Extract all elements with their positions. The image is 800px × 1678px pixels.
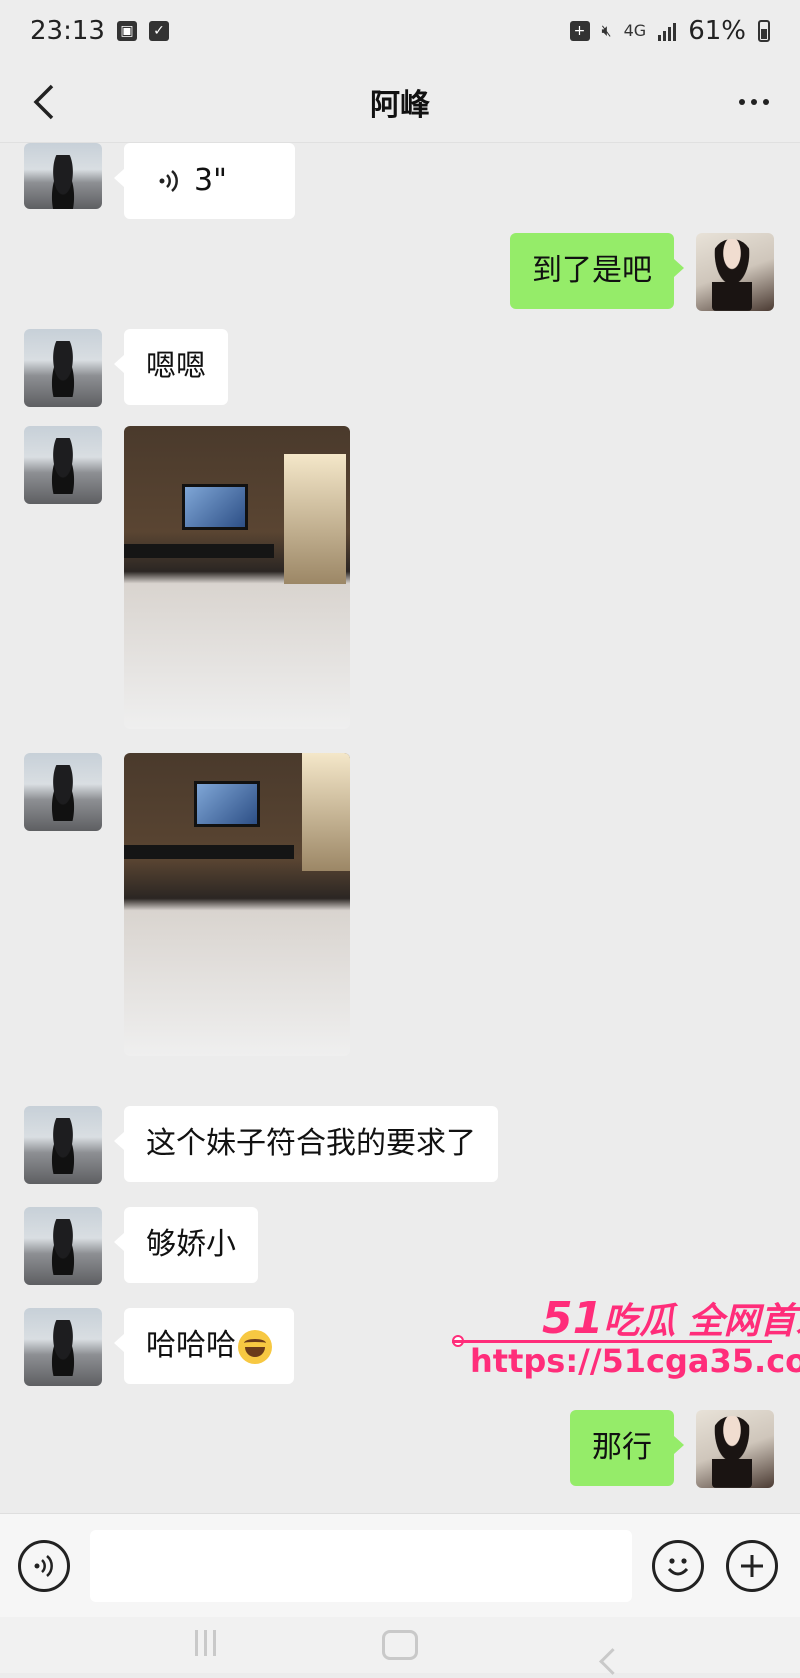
contact-avatar[interactable] <box>24 329 102 407</box>
message-input[interactable] <box>90 1529 632 1602</box>
laughing-tears-emoji-icon <box>238 1329 272 1364</box>
recent-apps-button[interactable] <box>195 1630 231 1660</box>
signal-icon <box>658 21 677 41</box>
chat-title: 阿峰 <box>370 88 430 123</box>
contact-avatar[interactable] <box>24 753 102 831</box>
message-row <box>24 426 350 729</box>
watermark-brand: 51吃瓜 全网首发 <box>542 1292 800 1344</box>
checkbox-icon: ✓ <box>148 21 169 41</box>
smiley-icon <box>667 1557 689 1575</box>
back-button[interactable] <box>24 80 64 124</box>
more-dot-icon <box>763 99 769 105</box>
voice-duration: 3" <box>194 163 227 198</box>
watermark-url: https://51cga35.com <box>470 1342 800 1380</box>
message-row: 哈哈哈 <box>24 1308 294 1386</box>
plus-icon <box>741 1554 763 1577</box>
message-row: 嗯嗯 <box>24 329 228 407</box>
contact-avatar[interactable] <box>24 426 102 504</box>
photo-content <box>194 781 260 827</box>
mute-icon: 🔇︎ <box>601 21 612 40</box>
received-message[interactable]: 嗯嗯 <box>114 329 228 405</box>
voice-message[interactable]: 3" <box>114 143 295 219</box>
chevron-left-icon <box>33 84 54 120</box>
voice-wave-icon <box>34 1554 53 1577</box>
received-message[interactable]: 这个妹子符合我的要求了 <box>114 1106 498 1182</box>
sent-message[interactable]: 到了是吧 <box>510 233 684 309</box>
sent-message[interactable]: 那行 <box>570 1410 684 1486</box>
contact-avatar[interactable] <box>24 1308 102 1386</box>
image-icon: ▣ <box>116 21 137 41</box>
network-type: 4G <box>623 21 647 40</box>
battery-icon <box>758 20 770 42</box>
contact-avatar[interactable] <box>24 143 102 209</box>
contact-avatar[interactable] <box>24 1207 102 1285</box>
home-button[interactable] <box>381 1630 418 1660</box>
photo-message[interactable] <box>124 753 350 1056</box>
system-navigation-bar <box>0 1617 800 1673</box>
photo-content <box>182 484 248 530</box>
message-row: 到了是吧 <box>510 233 774 311</box>
emoji-button[interactable] <box>652 1539 704 1592</box>
photo-content <box>302 753 350 871</box>
clock: 23:13 <box>30 16 105 46</box>
more-actions-button[interactable] <box>726 1539 778 1592</box>
message-row: 够娇小 <box>24 1207 258 1285</box>
status-bar: 23:13 ▣ ✓ + 🔇︎ 4G 61% <box>0 0 800 62</box>
message-row: 那行 <box>570 1410 774 1488</box>
received-message[interactable]: 够娇小 <box>114 1207 258 1283</box>
watermark-tagline: 吃瓜 全网首发 <box>603 1301 800 1342</box>
photo-message[interactable] <box>124 426 350 729</box>
voice-input-button[interactable] <box>18 1539 70 1592</box>
my-avatar[interactable] <box>696 1410 774 1488</box>
received-message[interactable]: 哈哈哈 <box>114 1308 294 1384</box>
system-back-button[interactable] <box>593 1648 629 1678</box>
more-dot-icon <box>751 99 757 105</box>
photo-content <box>124 544 274 558</box>
watermark-number: 51 <box>542 1293 604 1344</box>
chat-header: 阿峰 <box>0 62 800 143</box>
voice-wave-icon <box>159 170 178 192</box>
contact-avatar[interactable] <box>24 1106 102 1184</box>
battery-saver-icon: + <box>569 21 590 41</box>
input-bar <box>0 1513 800 1617</box>
more-options-button[interactable] <box>732 82 776 122</box>
watermark: 51吃瓜 全网首发 https://51cga35.com <box>452 1292 800 1392</box>
message-row <box>24 753 350 1056</box>
message-row: 3" <box>24 143 295 219</box>
message-row: 这个妹子符合我的要求了 <box>24 1106 498 1184</box>
photo-content <box>284 454 346 584</box>
more-dot-icon <box>739 99 745 105</box>
message-text: 哈哈哈 <box>146 1328 236 1363</box>
photo-content <box>124 845 294 859</box>
my-avatar[interactable] <box>696 233 774 311</box>
battery-percent: 61% <box>688 16 746 46</box>
